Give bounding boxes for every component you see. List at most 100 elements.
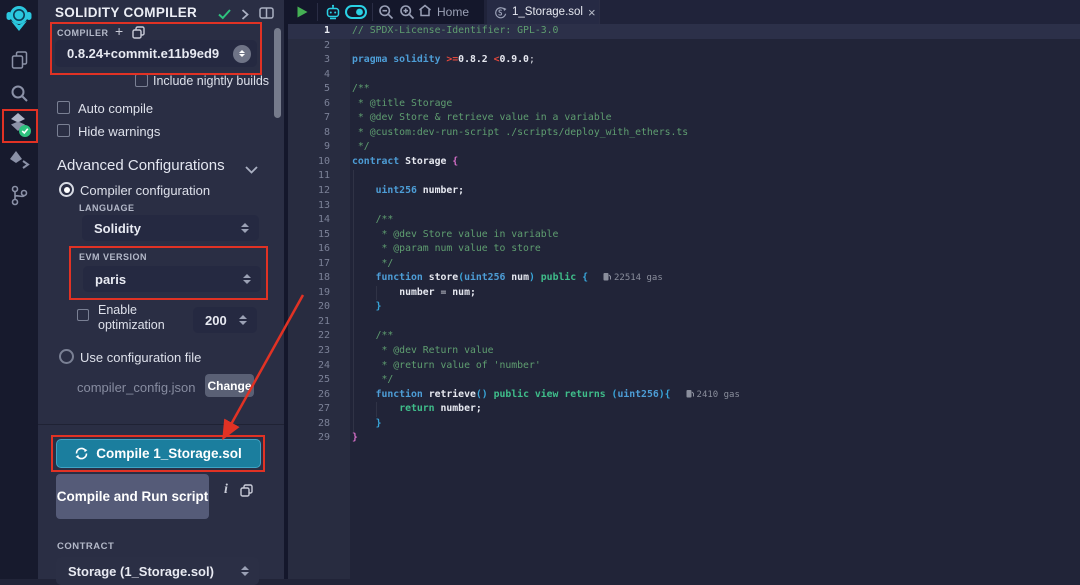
- compile-and-run-button[interactable]: Compile and Run script: [56, 474, 209, 519]
- line-number: 14: [288, 213, 350, 228]
- info-icon[interactable]: i: [224, 482, 228, 498]
- compiler-version-select[interactable]: 0.8.24+commit.e11b9ed9: [55, 40, 257, 67]
- zoom-in-icon[interactable]: [399, 4, 415, 25]
- code-text: [350, 199, 352, 214]
- runs-stepper-icon: [238, 315, 248, 325]
- code-editor[interactable]: 1// SPDX-License-Identifier: GPL-3.023pr…: [284, 24, 1080, 579]
- code-line: 16 * @param num value to store: [288, 242, 1080, 257]
- hide-warnings-label: Hide warnings: [78, 124, 160, 139]
- compiler-version-stepper-icon: [233, 45, 251, 63]
- line-number: 6: [288, 97, 350, 112]
- change-config-button[interactable]: Change: [205, 374, 254, 397]
- compiled-check-icon: [218, 7, 231, 25]
- compiler-label: COMPILER: [57, 28, 109, 38]
- enable-optimization-label: Enable optimization: [98, 303, 172, 333]
- line-number: 19: [288, 286, 350, 301]
- chevron-right-icon[interactable]: [241, 7, 249, 25]
- file-explorer-icon[interactable]: [0, 50, 38, 69]
- line-number: 5: [288, 82, 350, 97]
- deploy-run-icon[interactable]: [0, 150, 38, 169]
- code-text: */: [350, 257, 393, 272]
- panel-scrollbar[interactable]: [274, 28, 281, 118]
- compile-button-label: Compile 1_Storage.sol: [96, 446, 242, 461]
- tab-close-icon[interactable]: ×: [588, 6, 596, 19]
- language-stepper-icon: [240, 223, 250, 233]
- evm-version-select[interactable]: paris: [83, 266, 261, 292]
- line-number: 20: [288, 300, 350, 315]
- code-text: * @title Storage: [350, 97, 452, 112]
- code-line: 6 * @title Storage: [288, 97, 1080, 112]
- code-text: uint256 number;: [350, 184, 464, 199]
- git-branch-icon[interactable]: [0, 185, 38, 206]
- gas-estimate: 22514 gas: [603, 273, 663, 283]
- line-number: 8: [288, 126, 350, 141]
- zoom-out-icon[interactable]: [378, 4, 394, 25]
- evm-version-label: EVM VERSION: [79, 252, 147, 262]
- code-text: [350, 39, 352, 54]
- solidity-compiler-icon[interactable]: [0, 111, 38, 138]
- code-text: [350, 169, 352, 184]
- auto-compile-label: Auto compile: [78, 101, 153, 116]
- chevron-down-icon[interactable]: [245, 161, 258, 179]
- home-icon: [418, 4, 432, 20]
- toolbar-separator: [372, 3, 373, 21]
- code-line: 12 uint256 number;: [288, 184, 1080, 199]
- code-line: 15 * @dev Store value in variable: [288, 228, 1080, 243]
- editor-top-bar: Home S 1_Storage.sol ×: [284, 0, 1080, 24]
- solidity-compiler-panel: SOLIDITY COMPILER COMPILER + 0.8.24+comm…: [38, 0, 284, 579]
- code-line: 23 * @dev Return value: [288, 344, 1080, 359]
- hide-warnings-checkbox[interactable]: [57, 124, 70, 137]
- run-script-play-icon[interactable]: [296, 5, 309, 24]
- use-config-file-radio[interactable]: [59, 349, 74, 364]
- compile-button[interactable]: Compile 1_Storage.sol: [56, 439, 261, 468]
- panel-title: SOLIDITY COMPILER: [55, 5, 197, 20]
- auto-compile-checkbox[interactable]: [57, 101, 70, 114]
- icon-rail: [0, 0, 38, 579]
- line-number: 22: [288, 329, 350, 344]
- copy-icon[interactable]: [240, 484, 253, 502]
- line-number: 25: [288, 373, 350, 388]
- language-select[interactable]: Solidity: [82, 215, 259, 241]
- code-line: 18 function store(uint256 num) public {2…: [288, 271, 1080, 286]
- ai-toggle-icon[interactable]: [345, 5, 367, 24]
- code-line: 9 */: [288, 140, 1080, 155]
- sol-icon-letter: S: [498, 8, 503, 17]
- code-text: * @dev Return value: [350, 344, 494, 359]
- contract-select[interactable]: Storage (1_Storage.sol): [56, 557, 259, 585]
- line-number: 9: [288, 140, 350, 155]
- add-compiler-icon[interactable]: +: [115, 23, 123, 39]
- search-icon[interactable]: [0, 84, 38, 103]
- enable-optimization-checkbox[interactable]: [77, 309, 89, 321]
- line-number: 12: [288, 184, 350, 199]
- code-text: }: [350, 417, 382, 432]
- line-number: 18: [288, 271, 350, 286]
- line-number: 26: [288, 388, 350, 403]
- pin-panel-icon[interactable]: [259, 6, 274, 24]
- code-line: 28 }: [288, 417, 1080, 432]
- code-line: 22 /**: [288, 329, 1080, 344]
- code-text: return number;: [350, 402, 482, 417]
- line-number: 28: [288, 417, 350, 432]
- code-text: [350, 68, 352, 83]
- ai-assistant-robot-icon[interactable]: [325, 4, 341, 25]
- code-line: 14 /**: [288, 213, 1080, 228]
- nightly-builds-checkbox[interactable]: [135, 74, 148, 87]
- optimization-runs-select[interactable]: 200: [193, 307, 257, 333]
- home-tab[interactable]: Home: [418, 0, 469, 24]
- code-text: * @dev Store value in variable: [350, 228, 558, 243]
- code-line: 11: [288, 169, 1080, 184]
- code-line: 20 }: [288, 300, 1080, 315]
- compiler-configuration-radio[interactable]: [59, 182, 74, 197]
- code-line: 17 */: [288, 257, 1080, 272]
- code-text: // SPDX-License-Identifier: GPL-3.0: [350, 24, 558, 39]
- compiler-version-value: 0.8.24+commit.e11b9ed9: [55, 46, 233, 61]
- code-text: /**: [350, 329, 393, 344]
- language-value: Solidity: [82, 221, 240, 236]
- advanced-configurations-title[interactable]: Advanced Configurations: [57, 157, 225, 174]
- gas-estimate: 2410 gas: [686, 390, 740, 400]
- sync-icon: [75, 447, 88, 460]
- remix-logo-icon[interactable]: [0, 4, 38, 32]
- code-text: }: [350, 300, 382, 315]
- tab-1-storage-sol[interactable]: S 1_Storage.sol ×: [487, 0, 600, 24]
- contract-stepper-icon: [240, 566, 250, 576]
